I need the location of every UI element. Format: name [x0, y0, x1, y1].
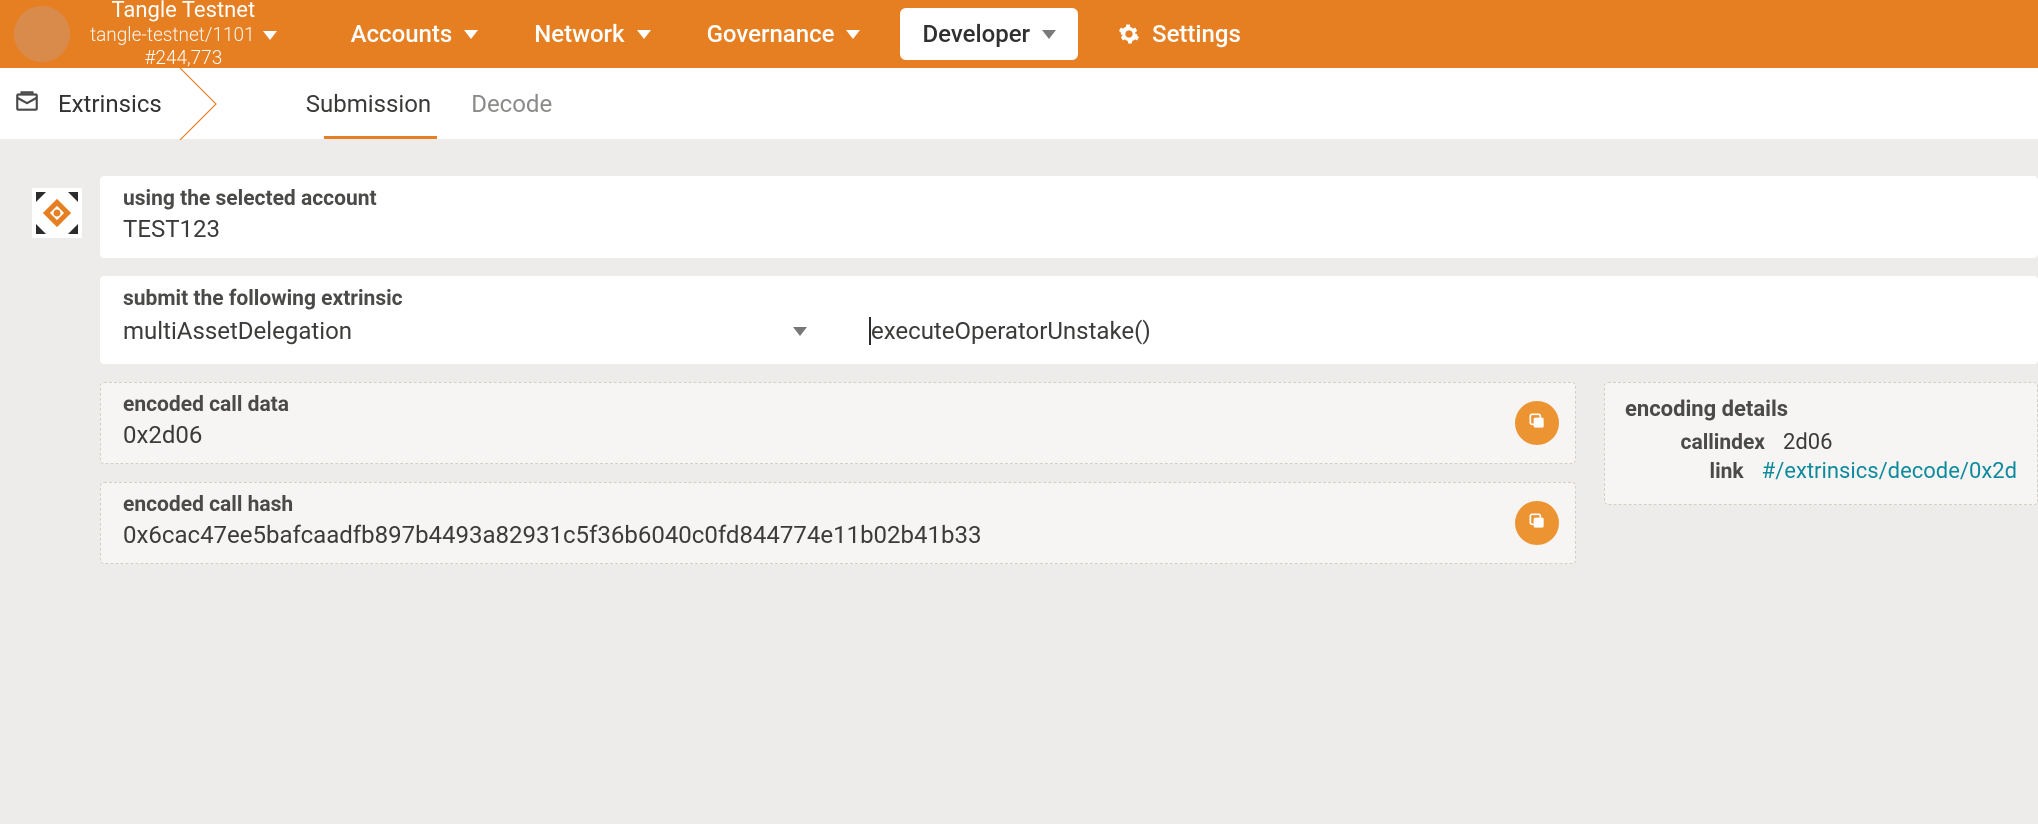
detail-link-value[interactable]: #/extrinsics/decode/0x2d — [1762, 459, 2017, 484]
account-row: using the selected account TEST123 — [32, 176, 2038, 258]
nav-label: Network — [534, 20, 624, 48]
chevron-down-icon — [793, 327, 807, 336]
breadcrumb-chevron-icon — [180, 68, 228, 140]
gear-icon — [1118, 23, 1140, 45]
method-value: executeOperatorUnstake() — [871, 317, 1151, 345]
field-label: encoded call hash — [123, 493, 1553, 517]
chevron-down-icon — [846, 30, 860, 39]
detail-value: 2d06 — [1783, 430, 1833, 455]
nav-label: Governance — [707, 20, 835, 48]
tab-label: Submission — [306, 90, 431, 118]
detail-callindex: callindex 2d06 — [1625, 430, 2017, 455]
encoded-row-wrap: encoded call data 0x2d06 encoded call ha… — [32, 382, 2038, 564]
encoded-call-data-card: encoded call data 0x2d06 — [100, 382, 1576, 464]
tab-label: Decode — [471, 90, 552, 118]
nav-network[interactable]: Network — [506, 0, 678, 68]
chevron-down-icon — [637, 30, 651, 39]
account-select[interactable]: using the selected account TEST123 — [100, 176, 2038, 258]
chain-spec: tangle-testnet/1101 — [90, 24, 255, 47]
copy-icon — [1527, 411, 1547, 435]
nav-label: Accounts — [351, 20, 453, 48]
nav-label: Settings — [1152, 20, 1241, 48]
tab-decode[interactable]: Decode — [471, 68, 552, 139]
chain-name: Tangle Testnet — [111, 0, 255, 24]
copy-call-data-button[interactable] — [1515, 401, 1559, 445]
detail-label: callindex — [1625, 431, 1765, 455]
extrinsics-form: using the selected account TEST123 submi… — [0, 140, 2038, 564]
nav-label: Developer — [922, 20, 1030, 48]
nav-settings[interactable]: Settings — [1090, 0, 1269, 68]
detail-link: link #/extrinsics/decode/0x2d — [1625, 459, 2017, 484]
nav-developer[interactable]: Developer — [900, 8, 1078, 60]
field-label: submit the following extrinsic — [123, 287, 2015, 311]
page-breadcrumb: Extrinsics — [0, 68, 180, 139]
account-identicon[interactable] — [32, 188, 82, 238]
extrinsics-icon — [14, 88, 40, 120]
chain-info[interactable]: Tangle Testnet tangle-testnet/1101 #244,… — [90, 0, 277, 70]
field-label: encoded call data — [123, 393, 1553, 417]
pallet-value: multiAssetDelegation — [123, 317, 352, 345]
method-select[interactable]: executeOperatorUnstake() — [869, 317, 1151, 345]
details-title: encoding details — [1625, 397, 2017, 422]
top-nav-bar: Tangle Testnet tangle-testnet/1101 #244,… — [0, 0, 2038, 68]
chevron-down-icon — [1042, 30, 1056, 39]
chevron-down-icon — [464, 30, 478, 39]
detail-label: link — [1625, 460, 1744, 484]
sub-nav-bar: Extrinsics Submission Decode — [0, 68, 2038, 140]
encoding-details-card: encoding details callindex 2d06 link #/e… — [1604, 382, 2038, 505]
extrinsic-select-card: submit the following extrinsic multiAsse… — [100, 276, 2038, 364]
encoded-call-data: 0x2d06 — [123, 421, 1553, 449]
chain-block-number: #244,773 — [144, 47, 222, 70]
chain-logo[interactable] — [14, 6, 70, 62]
copy-icon — [1527, 511, 1547, 535]
account-name: TEST123 — [123, 215, 2015, 243]
page-title: Extrinsics — [58, 90, 162, 118]
copy-call-hash-button[interactable] — [1515, 501, 1559, 545]
encoded-call-hash: 0x6cac47ee5bafcaadfb897b4493a82931c5f36b… — [123, 521, 1553, 549]
nav-accounts[interactable]: Accounts — [323, 0, 507, 68]
extrinsic-row: submit the following extrinsic multiAsse… — [32, 276, 2038, 364]
pallet-select[interactable]: multiAssetDelegation — [123, 317, 807, 345]
nav-governance[interactable]: Governance — [679, 0, 889, 68]
chevron-down-icon — [263, 31, 277, 40]
tab-submission[interactable]: Submission — [306, 68, 431, 139]
encoded-call-hash-card: encoded call hash 0x6cac47ee5bafcaadfb89… — [100, 482, 1576, 564]
field-label: using the selected account — [123, 187, 2015, 211]
